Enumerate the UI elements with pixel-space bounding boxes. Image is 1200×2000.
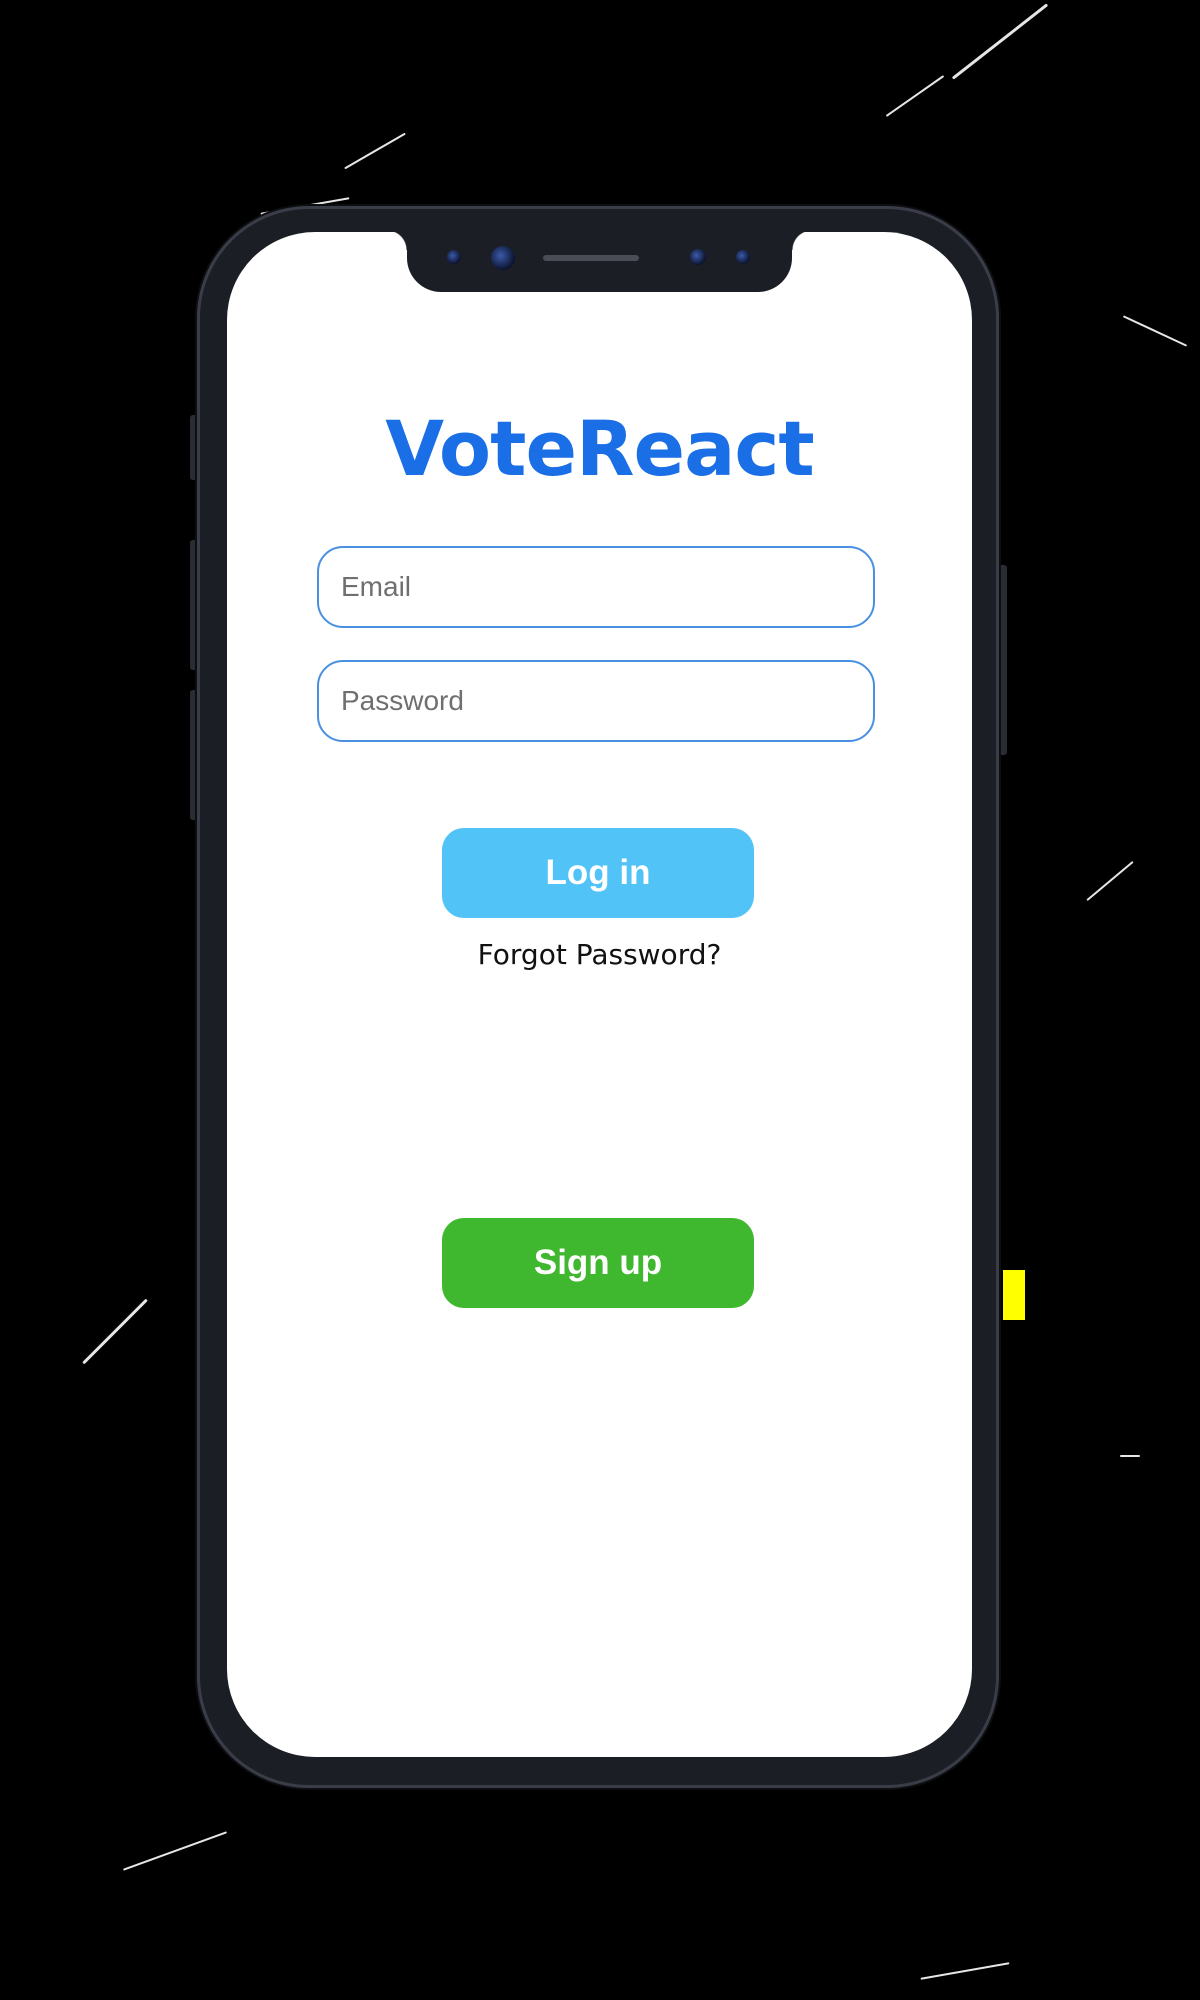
- phone-screen: VoteReact Log in Forgot Password? Sign u…: [227, 232, 972, 1757]
- background-mark: [1122, 315, 1188, 347]
- forgot-password-link[interactable]: Forgot Password?: [227, 938, 972, 971]
- email-field[interactable]: [317, 546, 875, 628]
- background-mark: [1120, 1455, 1140, 1457]
- front-camera-icon: [491, 246, 515, 270]
- sensor-icon: [447, 250, 461, 264]
- background-yellow-stripe: [1003, 1270, 1025, 1320]
- background-mark: [885, 75, 945, 117]
- signup-button[interactable]: Sign up: [442, 1218, 754, 1308]
- login-button[interactable]: Log in: [442, 828, 754, 918]
- background-mark: [920, 1962, 1010, 1980]
- background-mark: [344, 132, 406, 170]
- sensor-icon: [690, 249, 706, 265]
- sensor-icon: [736, 250, 750, 264]
- app-title: VoteReact: [385, 404, 814, 493]
- background-mark: [82, 1298, 148, 1365]
- background-mark: [1086, 860, 1134, 902]
- phone-notch: [387, 232, 812, 292]
- background-mark: [951, 3, 1049, 80]
- password-field[interactable]: [317, 660, 875, 742]
- background-mark: [122, 1831, 228, 1871]
- earpiece-speaker: [543, 255, 639, 261]
